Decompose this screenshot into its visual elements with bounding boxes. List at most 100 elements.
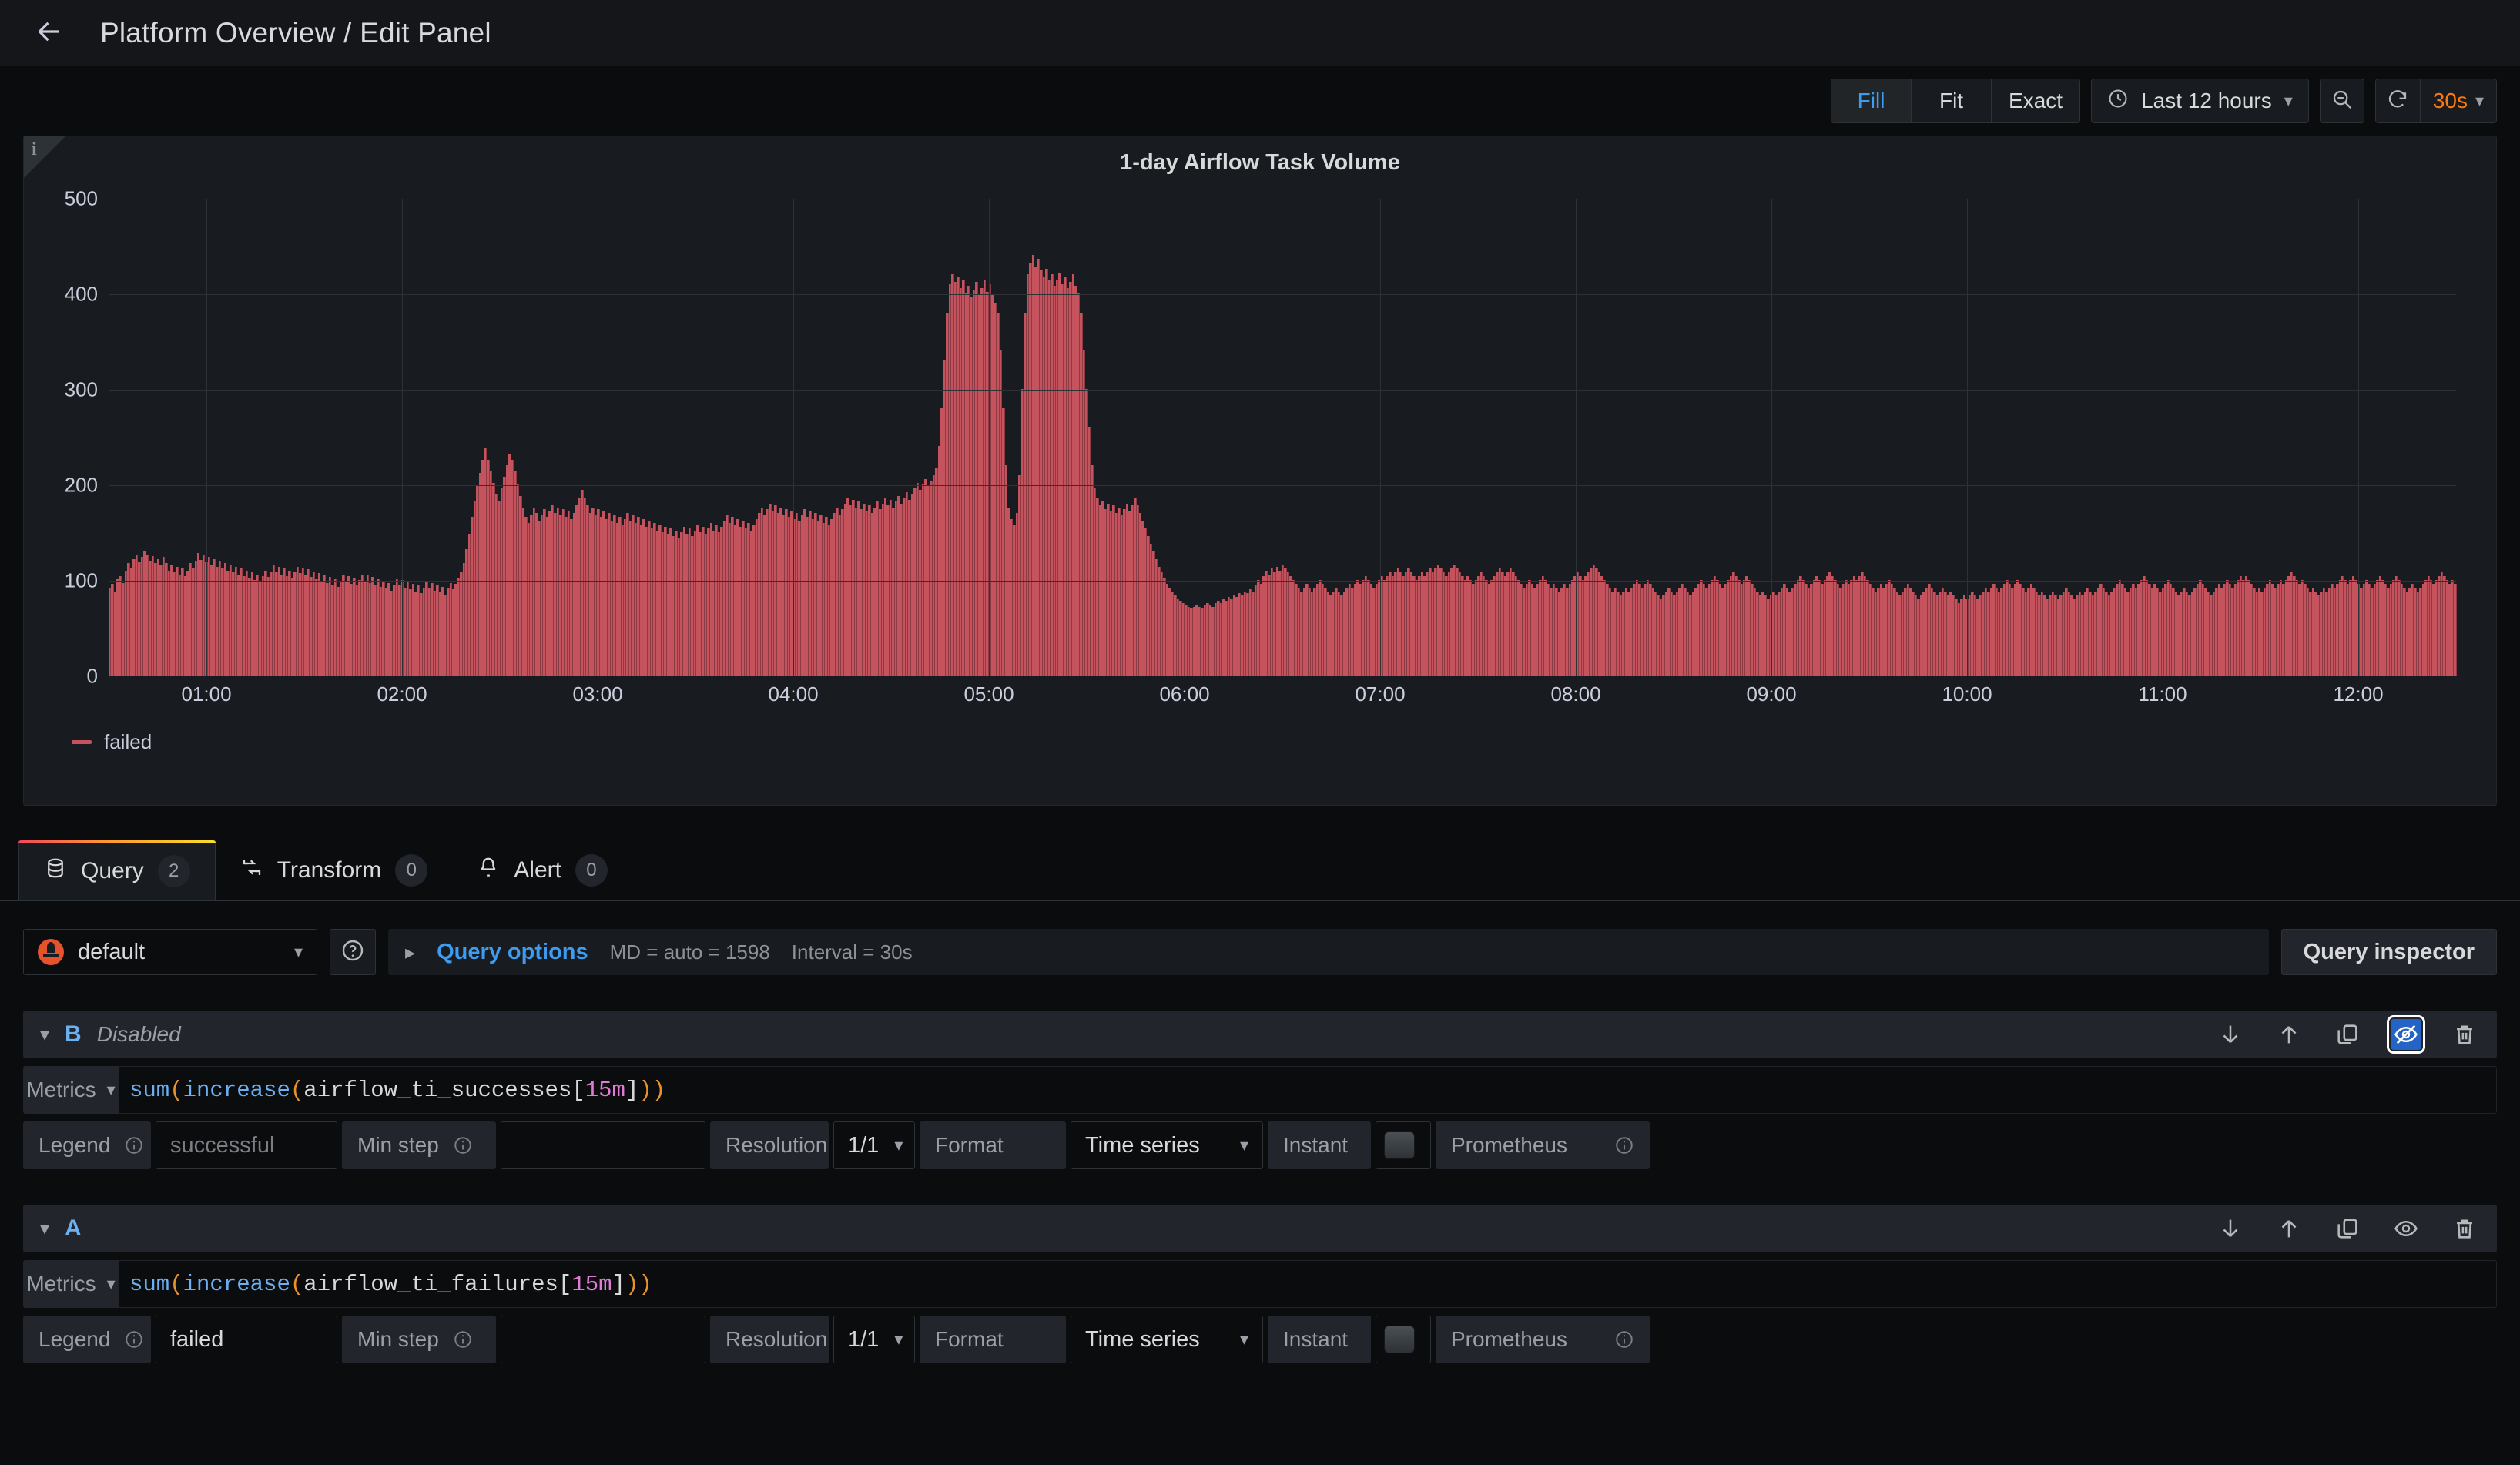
gridline-horizontal — [109, 485, 2456, 486]
query-a-refid[interactable]: A — [65, 1215, 82, 1242]
size-mode-fill[interactable]: Fill — [1831, 79, 1912, 122]
zoom-out-button[interactable] — [2320, 79, 2364, 123]
page-title: Platform Overview / Edit Panel — [100, 17, 491, 49]
query-a-options-row: Legend failed Min step Resolution 1/1 ▾ … — [23, 1316, 2497, 1363]
collapse-chevron-icon[interactable]: ▾ — [40, 1218, 49, 1240]
gridline-vertical — [989, 199, 990, 676]
token-paren-close-1: ) — [638, 1078, 652, 1103]
query-a-format-select[interactable]: Time series ▾ — [1071, 1316, 1263, 1363]
gridline-horizontal — [109, 390, 2456, 391]
datasource-help-button[interactable] — [330, 929, 376, 975]
back-button[interactable] — [28, 12, 71, 55]
move-up-icon[interactable] — [2274, 1213, 2304, 1244]
collapse-chevron-icon[interactable]: ▾ — [40, 1024, 49, 1046]
datasource-picker[interactable]: default ▾ — [23, 929, 317, 975]
query-options-bar[interactable]: ▸ Query options MD = auto = 1598 Interva… — [388, 929, 2269, 975]
tab-alert-badge: 0 — [575, 854, 608, 887]
query-b-resolution-label: Resolution — [710, 1121, 829, 1169]
trash-icon[interactable] — [2449, 1019, 2480, 1050]
query-b-instant-toggle[interactable] — [1376, 1121, 1431, 1169]
chevron-down-icon: ▾ — [894, 1329, 903, 1349]
chevron-down-icon: ▾ — [894, 1135, 903, 1155]
query-b-format-label: Format — [920, 1121, 1066, 1169]
move-up-icon[interactable] — [2274, 1019, 2304, 1050]
x-tick-label: 02:00 — [377, 682, 427, 706]
query-b-refid[interactable]: B — [65, 1021, 82, 1048]
size-mode-fit[interactable]: Fit — [1912, 79, 1992, 122]
y-tick-label: 500 — [65, 187, 98, 211]
x-tick-label: 01:00 — [181, 682, 231, 706]
query-b-metrics-button[interactable]: Metrics ▾ — [23, 1066, 119, 1114]
query-a-legend-input[interactable]: failed — [156, 1316, 337, 1363]
panel-title: 1-day Airflow Task Volume — [24, 136, 2496, 176]
panel-wrapper: i 1-day Airflow Task Volume 010020030040… — [0, 136, 2520, 806]
zoom-out-icon — [2331, 88, 2354, 115]
clock-icon — [2107, 88, 2129, 115]
tab-transform[interactable]: Transform 0 — [216, 840, 453, 900]
x-tick-label: 04:00 — [768, 682, 818, 706]
query-type-text: Prometheus — [1451, 1327, 1567, 1352]
query-a-resolution-select[interactable]: 1/1 ▾ — [833, 1316, 915, 1363]
time-range-picker[interactable]: Last 12 hours ▾ — [2091, 79, 2309, 123]
query-b-resolution-select[interactable]: 1/1 ▾ — [833, 1121, 915, 1169]
token-paren-open-1: ( — [169, 1272, 183, 1297]
gridline-vertical — [206, 199, 207, 676]
panel-info-corner[interactable] — [24, 136, 65, 178]
query-a-instant-toggle[interactable] — [1376, 1316, 1431, 1363]
y-tick-label: 0 — [87, 665, 98, 689]
query-b-expression-input[interactable]: sum(increase(airflow_ti_successes[15m])) — [119, 1066, 2497, 1114]
chart-legend[interactable]: failed — [72, 730, 152, 754]
x-tick-label: 10:00 — [1942, 682, 1992, 706]
tab-query[interactable]: Query 2 — [18, 840, 216, 900]
info-icon[interactable] — [1614, 1329, 1634, 1349]
panel-size-mode-group: Fill Fit Exact — [1831, 79, 2080, 123]
x-tick-label: 11:00 — [2138, 682, 2187, 706]
info-icon[interactable] — [453, 1329, 473, 1349]
refresh-interval-label: 30s — [2433, 89, 2468, 113]
query-a-metrics-button[interactable]: Metrics ▾ — [23, 1260, 119, 1308]
x-tick-label: 09:00 — [1746, 682, 1796, 706]
query-a-minstep-label: Min step — [342, 1316, 496, 1363]
info-icon[interactable] — [124, 1329, 144, 1349]
eye-icon[interactable] — [2391, 1213, 2421, 1244]
refresh-button[interactable] — [2376, 79, 2421, 122]
max-data-points-info: MD = auto = 1598 — [610, 940, 770, 964]
eye-slash-icon[interactable] — [2391, 1019, 2421, 1050]
move-down-icon[interactable] — [2215, 1213, 2246, 1244]
trash-icon[interactable] — [2449, 1213, 2480, 1244]
gridline-vertical — [1967, 199, 1968, 676]
format-value: Time series — [1085, 1133, 1200, 1158]
query-a-expression-row: Metrics ▾ sum(increase(airflow_ti_failur… — [23, 1260, 2497, 1308]
chart-bar — [2454, 584, 2456, 676]
move-down-icon[interactable] — [2215, 1019, 2246, 1050]
info-icon[interactable] — [1614, 1135, 1634, 1155]
refresh-icon — [2386, 88, 2409, 115]
query-b-metrics-label: Metrics — [26, 1078, 96, 1102]
query-inspector-button[interactable]: Query inspector — [2281, 929, 2497, 975]
query-a-expression-input[interactable]: sum(increase(airflow_ti_failures[15m])) — [119, 1260, 2497, 1308]
duplicate-icon[interactable] — [2332, 1213, 2363, 1244]
query-a-minstep-input[interactable] — [501, 1316, 705, 1363]
query-b-legend-input[interactable]: successful — [156, 1121, 337, 1169]
token-metric-name: airflow_ti_failures — [303, 1272, 558, 1297]
token-paren-open-1: ( — [169, 1078, 183, 1103]
query-a-metrics-label: Metrics — [26, 1272, 96, 1296]
gridline-vertical — [402, 199, 403, 676]
token-fn-inner: increase — [183, 1272, 290, 1297]
query-b-minstep-input[interactable] — [501, 1121, 705, 1169]
duplicate-icon[interactable] — [2332, 1019, 2363, 1050]
query-b-options-row: Legend successful Min step Resolution 1/… — [23, 1121, 2497, 1169]
query-b-instant-label: Instant — [1268, 1121, 1371, 1169]
x-tick-label: 12:00 — [2333, 682, 2383, 706]
database-icon — [44, 857, 67, 886]
y-tick-label: 400 — [65, 283, 98, 307]
min-step-text: Min step — [357, 1133, 439, 1158]
size-mode-exact[interactable]: Exact — [1992, 79, 2079, 122]
legend-series-label: failed — [104, 730, 152, 754]
refresh-interval-picker[interactable]: 30s ▾ — [2421, 89, 2496, 113]
info-icon[interactable] — [453, 1135, 473, 1155]
gridline-vertical — [793, 199, 794, 676]
query-b-format-select[interactable]: Time series ▾ — [1071, 1121, 1263, 1169]
tab-alert[interactable]: Alert 0 — [452, 840, 632, 900]
info-icon[interactable] — [124, 1135, 144, 1155]
